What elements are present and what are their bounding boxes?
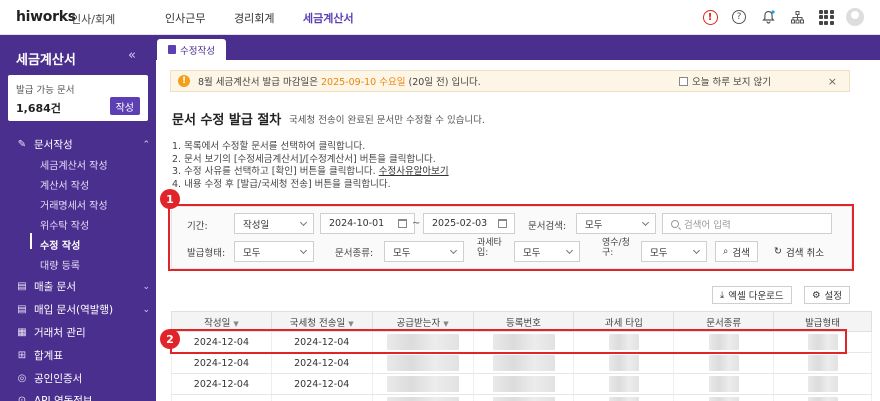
org-chart-icon[interactable] — [788, 8, 806, 26]
close-icon[interactable]: × — [828, 75, 837, 88]
sidebar-item-modify-write[interactable]: 수정 작성 — [40, 237, 80, 252]
sidebar-section-label: 합계표 — [34, 350, 63, 362]
table-row[interactable]: 2024-12-04 2024-12-04 — [171, 352, 872, 374]
tab-modify-write[interactable]: 수정작성 — [157, 39, 226, 60]
pencil-icon: ✎ — [17, 139, 27, 150]
info-icon: ! — [178, 75, 190, 87]
nav-accounting[interactable]: 경리회계 — [234, 10, 274, 26]
sort-icon: ▼ — [443, 319, 449, 328]
sidebar-section-doc-write[interactable]: ✎ 문서작성 ⌃ — [16, 137, 150, 152]
sidebar-section-label: API 연동정보 — [34, 395, 93, 401]
apps-grid-icon[interactable] — [817, 8, 835, 26]
notice-deadline-date: 2025-09-10 수요일 — [321, 77, 406, 88]
cert-icon: ◎ — [17, 373, 27, 384]
sidebar-section-summary[interactable]: ⊞ 합계표 — [16, 348, 150, 363]
chevron-down-icon: ⌄ — [142, 304, 150, 315]
excel-download-button[interactable]: ⤓ 엑셀 다운로드 — [712, 286, 792, 304]
sidebar-section-partners[interactable]: ▦ 거래처 관리 — [16, 325, 150, 340]
notice-text: 8월 세금계산서 발급 마감일은 2025-09-10 수요일 (20일 전) … — [198, 77, 481, 88]
top-bar: hiworks 인사/회계 인사근무 경리회계 세금계산서 ! ? — [0, 0, 880, 35]
sidebar-section-sales-docs[interactable]: ▤ 매출 문서 ⌄ — [16, 279, 150, 294]
table-icon: ⊞ — [17, 350, 27, 361]
hide-today-label: 오늘 하루 보지 않기 — [692, 77, 771, 88]
api-icon: ⊙ — [17, 395, 27, 401]
modify-reason-link[interactable]: 수정사유알아보기 — [379, 166, 449, 177]
avatar[interactable] — [846, 8, 864, 26]
step-4: 4. 내용 수정 후 [발급/국세청 전송] 버튼을 클릭합니다. — [172, 178, 391, 190]
bell-icon[interactable] — [759, 8, 777, 26]
marker-1: 1 — [160, 189, 180, 209]
cell-nts-send-date: 2024-12-04 — [270, 373, 373, 395]
sort-icon: ▼ — [233, 319, 239, 328]
sidebar-item-bulk-register[interactable]: 대량 등록 — [40, 257, 80, 272]
marker-2: 2 — [160, 329, 180, 349]
sidebar-section-api[interactable]: ⊙ API 연동정보 — [16, 393, 150, 401]
document-table: 작성일 ▼ 국세청 전송일 ▼ 공급받는자 ▼ 등록번호 과세 타입 문서종류 발급형… — [171, 311, 872, 401]
sidebar-title: 세금계산서 — [16, 53, 76, 68]
help-icon[interactable]: ? — [730, 8, 748, 26]
table-row[interactable]: 2024-12-04 2024-12-04 — [171, 373, 872, 395]
active-indicator — [30, 233, 32, 249]
row-highlight-box — [170, 329, 847, 354]
step-3: 3. 수정 사유를 선택하고 [확인] 버튼을 클릭합니다. 수정사유알아보기 — [172, 166, 449, 177]
collapse-icon[interactable]: « — [128, 48, 136, 63]
tab-strip — [156, 35, 880, 60]
logo-subtitle: 인사/회계 — [71, 13, 116, 26]
hide-today-checkbox[interactable]: 오늘 하루 보지 않기 — [679, 74, 771, 88]
page-title: 문서 수정 발급 절차 — [172, 113, 282, 128]
deadline-notice: ! 8월 세금계산서 발급 마감일은 2025-09-10 수요일 (20일 전… — [170, 70, 850, 92]
sidebar-section-label: 공인인증서 — [34, 373, 83, 385]
step-2: 2. 문서 보기의 [수정세금계산서]/[수정계산서] 버튼을 클릭합니다. — [172, 153, 436, 165]
doc-icon: ▤ — [17, 304, 27, 315]
building-icon: ▦ — [17, 327, 27, 338]
sidebar-item-invoice-write[interactable]: 계산서 작성 — [40, 177, 89, 192]
sidebar-section-certificate[interactable]: ◎ 공인인증서 — [16, 371, 150, 386]
cell-nts-send-date: 2024-12-04 — [270, 394, 373, 401]
sort-icon: ▼ — [348, 319, 354, 328]
write-button[interactable]: 작성 — [109, 97, 140, 115]
procedure-steps: 1. 목록에서 수정할 문서를 선택하여 클릭합니다. 2. 문서 보기의 [수… — [172, 141, 449, 191]
table-row[interactable]: 2024-12-04 2024-12-04 — [171, 394, 872, 401]
top-icons: ! ? — [701, 8, 864, 26]
download-icon: ⤓ — [720, 289, 725, 301]
alert-icon[interactable]: ! — [701, 8, 719, 26]
checkbox-box[interactable] — [679, 76, 689, 86]
chevron-up-icon: ⌃ — [142, 139, 150, 150]
sidebar-section-label: 매입 문서(역발행) — [34, 304, 114, 316]
sidebar-item-statement-write[interactable]: 거래명세서 작성 — [40, 197, 108, 212]
doc-icon: ▤ — [17, 281, 27, 292]
sidebar: 세금계산서 « 발급 가능 문서 1,684건 작성 ✎ 문서작성 ⌃ 세금계산… — [0, 35, 156, 401]
issuable-label: 발급 가능 문서 — [16, 85, 75, 96]
page-subtitle: 국세청 전송이 완료된 문서만 수정할 수 있습니다. — [289, 115, 485, 126]
nav-tax-invoice[interactable]: 세금계산서 — [303, 10, 354, 26]
sidebar-section-label: 거래처 관리 — [34, 327, 86, 339]
settings-button[interactable]: ⚙ 설정 — [804, 286, 851, 304]
cell-nts-send-date: 2024-12-04 — [270, 352, 373, 374]
tab-label: 수정작성 — [180, 45, 215, 57]
sidebar-section-purchase-docs[interactable]: ▤ 매입 문서(역발행) ⌄ — [16, 302, 150, 317]
issuable-doc-card: 발급 가능 문서 1,684건 작성 — [8, 75, 148, 121]
issuable-count: 1,684건 — [16, 102, 61, 115]
cell-write-date: 2024-12-04 — [171, 352, 272, 374]
chevron-down-icon: ⌄ — [142, 281, 150, 292]
sidebar-item-tax-invoice-write[interactable]: 세금계산서 작성 — [40, 157, 108, 172]
gear-icon: ⚙ — [812, 289, 821, 301]
doc-icon — [168, 45, 176, 54]
cell-write-date: 2024-12-04 — [171, 394, 272, 401]
logo[interactable]: hiworks — [16, 9, 76, 25]
filter-highlight-box — [168, 204, 854, 271]
sidebar-section-label: 매출 문서 — [34, 281, 76, 293]
sidebar-item-consign-write[interactable]: 위수탁 작성 — [40, 217, 89, 232]
step-1: 1. 목록에서 수정할 문서를 선택하여 클릭합니다. — [172, 141, 366, 152]
cell-write-date: 2024-12-04 — [171, 373, 272, 395]
nav-hr[interactable]: 인사근무 — [165, 10, 205, 26]
sidebar-section-label: 문서작성 — [34, 139, 73, 151]
